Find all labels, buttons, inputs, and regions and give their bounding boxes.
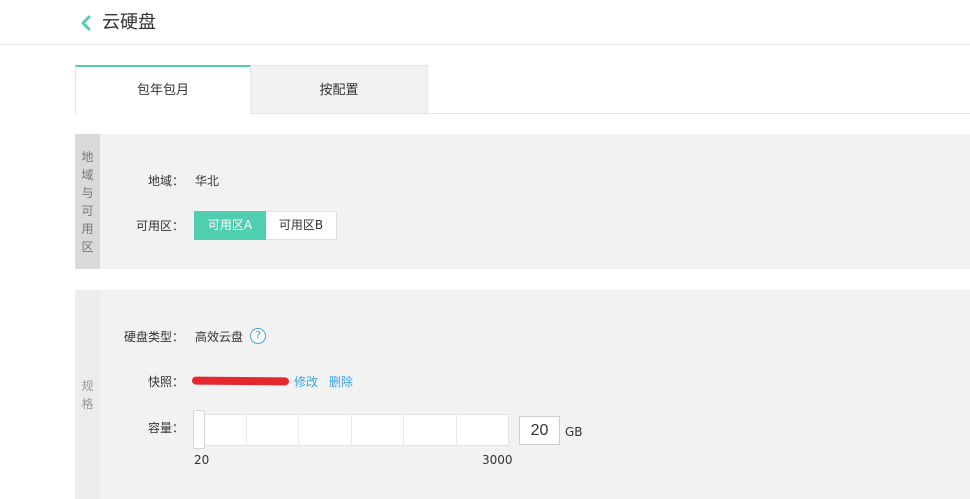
redaction-mark <box>191 376 290 386</box>
page-header: 云硬盘 <box>0 0 970 45</box>
disk-type-label: 硬盘类型： <box>123 330 184 344</box>
zone-a-button[interactable]: 可用区A <box>194 211 266 240</box>
region-value: 华北 <box>195 174 220 188</box>
slider-max-label: 3000 <box>482 453 513 467</box>
capacity-label: 容量： <box>147 421 184 435</box>
capacity-slider-handle[interactable] <box>193 410 205 449</box>
spec-side-label: 规格 <box>75 290 100 499</box>
snapshot-edit-link[interactable]: 修改 <box>294 373 318 390</box>
region-zone-side-label: 地域与可用区 <box>75 134 100 269</box>
snapshot-label: 快照： <box>147 375 184 389</box>
help-icon[interactable]: ? <box>250 328 266 344</box>
capacity-input[interactable] <box>519 416 560 445</box>
page-title: 云硬盘 <box>102 12 156 33</box>
capacity-slider[interactable] <box>193 414 509 446</box>
snapshot-delete-link[interactable]: 删除 <box>329 373 353 390</box>
zone-b-button[interactable]: 可用区B <box>266 211 337 240</box>
spec-section: 规格 <box>75 290 970 499</box>
tab-by-config[interactable]: 按配置 <box>251 65 428 114</box>
region-zone-side-label-text: 地域与可用区 <box>81 149 94 254</box>
disk-type-value: 高效云盘 <box>195 330 244 344</box>
region-label: 地域： <box>147 174 184 188</box>
capacity-unit: GB <box>565 425 583 439</box>
chevron-left-icon[interactable] <box>78 12 96 34</box>
slider-min-label: 20 <box>194 453 210 467</box>
zone-label: 可用区： <box>135 219 184 233</box>
region-zone-section: 地域与可用区 <box>75 134 970 269</box>
tab-yearly-monthly[interactable]: 包年包月 <box>75 65 251 114</box>
